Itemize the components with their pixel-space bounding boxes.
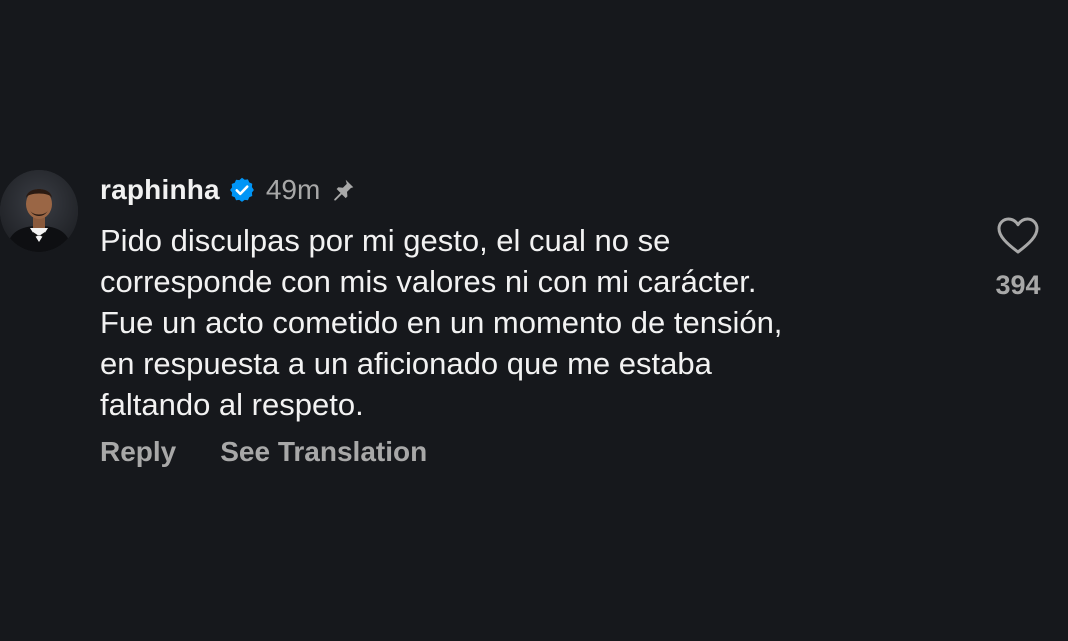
like-section: 394 <box>984 216 1052 301</box>
comment-header: raphinha 49m <box>100 170 356 210</box>
comment-text-line: faltando al respeto. <box>100 387 364 422</box>
see-translation-button[interactable]: See Translation <box>220 436 427 468</box>
comment-text-line: Fue un acto cometido en un momento de te… <box>100 305 783 340</box>
comment-text-line: Pido disculpas por mi gesto, el cual no … <box>100 223 671 258</box>
comment-time: 49m <box>265 174 321 205</box>
pin-icon <box>330 177 356 203</box>
reply-button[interactable]: Reply <box>100 436 176 468</box>
comment-screen: raphinha 49m Pido disculpas por mi gesto… <box>0 0 1068 641</box>
like-count: 394 <box>995 270 1041 300</box>
username[interactable]: raphinha <box>100 174 220 206</box>
comment-text-line: corresponde con mis valores ni con mi ca… <box>100 264 757 299</box>
comment-text-line: en respuesta a un aficionado que me esta… <box>100 346 712 381</box>
heart-icon[interactable] <box>996 216 1040 256</box>
comment-item: raphinha 49m Pido disculpas por mi gesto… <box>0 168 1068 488</box>
comment-text: Pido disculpas por mi gesto, el cual no … <box>100 220 960 425</box>
avatar[interactable] <box>0 170 78 252</box>
verified-badge-icon <box>228 176 256 204</box>
comment-actions: Reply See Translation <box>100 436 427 468</box>
